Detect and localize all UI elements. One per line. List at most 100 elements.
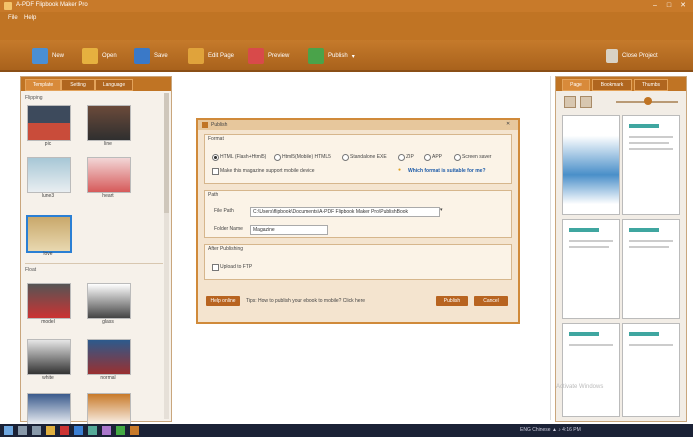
template-label: white	[42, 375, 54, 381]
new-icon	[32, 48, 48, 64]
edit-page-button[interactable]: Edit Page	[188, 46, 234, 66]
tab-template[interactable]: Template	[25, 79, 61, 91]
start-icon[interactable]	[4, 426, 13, 435]
format-html5-label: Html5(Mobile) HTML5	[282, 154, 331, 160]
tips-link[interactable]: Tips: How to publish your ebook to mobil…	[246, 298, 365, 304]
taskview-icon[interactable]	[32, 426, 41, 435]
close-window-button[interactable]: ✕	[676, 1, 690, 10]
menu-bar: File Help	[0, 12, 693, 40]
mail-icon[interactable]	[74, 426, 83, 435]
format-radio-zip[interactable]	[398, 154, 405, 161]
after-publishing-label: After Publishing	[208, 246, 244, 252]
page-thumb[interactable]	[562, 115, 620, 215]
zoom-in-icon[interactable]	[580, 96, 592, 108]
open-icon	[82, 48, 98, 64]
template-thumb[interactable]	[27, 157, 71, 193]
help-online-button[interactable]: Help online	[206, 296, 240, 306]
page-thumb[interactable]	[622, 219, 680, 319]
format-exe-label: Standalone EXE	[350, 154, 387, 160]
format-app-label: APP	[432, 154, 443, 160]
chrome-icon[interactable]	[116, 426, 125, 435]
file-path-input[interactable]: C:\Users\flipbook\Documents\A-PDF Flipbo…	[250, 207, 440, 217]
page-line	[569, 246, 609, 248]
zoom-slider-handle[interactable]	[644, 97, 652, 105]
page-line	[629, 246, 669, 248]
system-tray[interactable]: ENG Chinese ▲ ♪ 4:16 PM	[520, 427, 581, 433]
close-project-button[interactable]: Close Project	[606, 46, 658, 66]
menu-help[interactable]: Help	[24, 15, 36, 21]
page-header	[569, 332, 599, 336]
menu-file[interactable]: File	[8, 15, 18, 21]
page-thumb[interactable]	[562, 323, 620, 417]
which-format-link[interactable]: Which format is suitable for me?	[408, 168, 486, 174]
tab-thumbs[interactable]: Thumbs	[634, 79, 668, 91]
edit-page-label: Edit Page	[208, 53, 235, 59]
template-thumb-selected[interactable]	[26, 215, 72, 253]
publish-button[interactable]: Publish ▾	[308, 46, 355, 66]
page-thumb[interactable]	[622, 323, 680, 417]
browse-chevron-icon[interactable]: ▾	[440, 207, 443, 213]
template-panel: Template Setting Language Flipping pic l…	[20, 76, 172, 429]
cancel-button[interactable]: Cancel	[474, 296, 508, 306]
bulb-icon: ●	[398, 167, 402, 173]
left-scrollbar[interactable]	[164, 93, 169, 419]
browser-icon[interactable]	[60, 426, 69, 435]
flipbook-icon[interactable]	[130, 426, 139, 435]
minimize-button[interactable]: –	[648, 1, 662, 10]
format-radio-exe[interactable]	[342, 154, 349, 161]
upload-ftp-label: Upload to FTP	[220, 264, 253, 270]
format-radio-html5[interactable]	[274, 154, 281, 161]
template-label: lune3	[41, 193, 55, 199]
preview-button[interactable]: Preview	[248, 46, 289, 66]
format-zip-label: ZIP	[406, 154, 414, 160]
app-icon-taskbar[interactable]	[102, 426, 111, 435]
preview-label: Preview	[268, 53, 290, 59]
format-radio-screensaver[interactable]	[454, 154, 461, 161]
maximize-button[interactable]: □	[662, 1, 676, 10]
publish-dialog-icon	[202, 122, 208, 128]
publish-dialog: Publish ✕ Format HTML (Flash+Html5) Html…	[196, 118, 520, 324]
mobile-checkbox[interactable]	[212, 168, 219, 175]
page-thumb[interactable]	[562, 219, 620, 319]
publish-confirm-button[interactable]: Publish	[436, 296, 468, 306]
dialog-close-button[interactable]: ✕	[506, 121, 510, 127]
template-thumb[interactable]	[87, 157, 131, 193]
save-label: Save	[154, 53, 168, 59]
zoom-out-icon[interactable]	[564, 96, 576, 108]
save-button[interactable]: Save	[134, 46, 168, 66]
tab-bookmark[interactable]: Bookmark	[592, 79, 632, 91]
template-thumb[interactable]	[87, 283, 131, 319]
close-project-label: Close Project	[622, 53, 658, 59]
new-button[interactable]: New	[32, 46, 64, 66]
page-line	[569, 240, 613, 242]
page-line	[629, 136, 673, 138]
search-icon[interactable]	[18, 426, 27, 435]
format-radio-app[interactable]	[424, 154, 431, 161]
template-thumb[interactable]	[87, 105, 131, 141]
tab-setting[interactable]: Setting	[61, 79, 95, 91]
page-line	[629, 148, 673, 150]
page-line	[629, 344, 673, 346]
template-thumb[interactable]	[87, 339, 131, 375]
close-project-icon	[606, 49, 618, 63]
format-radio-html[interactable]	[212, 154, 219, 161]
tab-language[interactable]: Language	[95, 79, 133, 91]
scroll-thumb[interactable]	[164, 93, 169, 213]
page-header	[629, 228, 659, 232]
explorer-icon[interactable]	[46, 426, 55, 435]
open-button[interactable]: Open	[82, 46, 117, 66]
page-header	[629, 124, 659, 128]
tab-page[interactable]: Page	[562, 79, 590, 91]
template-thumb[interactable]	[27, 339, 71, 375]
template-thumb[interactable]	[27, 105, 71, 141]
format-screensaver-label: Screen saver	[462, 154, 492, 160]
folder-name-input[interactable]: Magazine	[250, 225, 328, 235]
template-thumb[interactable]	[27, 283, 71, 319]
page-thumb[interactable]	[622, 115, 680, 215]
preview-icon	[248, 48, 264, 64]
upload-ftp-checkbox[interactable]	[212, 264, 219, 271]
page-header	[629, 332, 659, 336]
store-icon[interactable]	[88, 426, 97, 435]
activate-windows-watermark: Activate Windows	[556, 384, 604, 390]
chevron-down-icon: ▾	[351, 53, 355, 60]
